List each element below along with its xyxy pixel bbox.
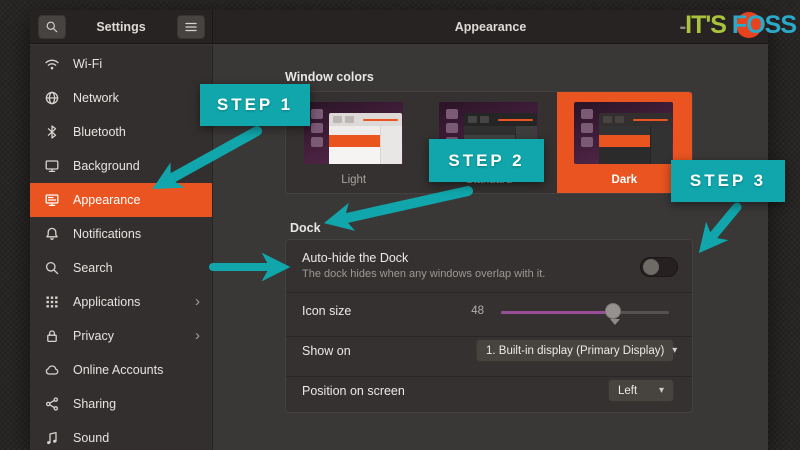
background-icon [44, 158, 60, 174]
step2-annotation: STEP 2 [429, 139, 544, 182]
sidebar-item-notifications[interactable]: Notifications [30, 217, 212, 251]
sidebar-item-online-accounts[interactable]: Online Accounts [30, 353, 212, 387]
sidebar-item-label: Sound [73, 431, 200, 445]
network-icon [44, 90, 60, 106]
show-on-label: Show on [302, 344, 351, 358]
sidebar-item-label: Applications [73, 295, 195, 309]
sound-note-icon [44, 430, 60, 446]
theme-preview-dark [574, 102, 673, 164]
sidebar-item-appearance[interactable]: Appearance [30, 183, 212, 217]
online-accounts-cloud-icon [44, 362, 60, 378]
icon-size-value: 48 [454, 305, 484, 317]
autohide-toggle[interactable] [640, 257, 678, 277]
sidebar-item-label: Bluetooth [73, 125, 200, 139]
privacy-lock-icon [44, 328, 60, 344]
sidebar: Wi-Fi Network Bluetooth Background Appea… [30, 45, 213, 450]
titlebar: Settings Appearance [30, 10, 768, 44]
sidebar-item-label: Sharing [73, 397, 200, 411]
dock-heading: Dock [290, 221, 321, 235]
sidebar-item-background[interactable]: Background [30, 149, 212, 183]
search-icon [44, 260, 60, 276]
window-colors-heading: Window colors [285, 70, 374, 84]
icon-size-slider[interactable] [501, 311, 669, 314]
slider-fill [501, 311, 609, 314]
chevron-right-icon: › [195, 295, 200, 309]
step1-annotation: STEP 1 [200, 84, 310, 126]
bluetooth-icon [44, 124, 60, 140]
chevron-right-icon: › [195, 329, 200, 343]
sidebar-item-applications[interactable]: Applications › [30, 285, 212, 319]
position-label: Position on screen [302, 384, 405, 398]
sidebar-item-network[interactable]: Network [30, 81, 212, 115]
show-on-value: 1. Built-in display (Primary Display) [486, 345, 664, 357]
sidebar-item-label: Background [73, 159, 200, 173]
screenshot-stage: -IT'S FOSS Settings Appearance Wi-Fi [0, 0, 800, 450]
logo-its-text: IT'S [685, 11, 726, 39]
sharing-icon [44, 396, 60, 412]
icon-size-label: Icon size [302, 304, 351, 318]
sidebar-item-search[interactable]: Search [30, 251, 212, 285]
sidebar-item-sharing[interactable]: Sharing [30, 387, 212, 421]
menu-button[interactable] [177, 15, 205, 39]
sidebar-item-privacy[interactable]: Privacy › [30, 319, 212, 353]
theme-label: Light [286, 174, 421, 186]
autohide-subtitle: The dock hides when any windows overlap … [302, 268, 545, 280]
autohide-title: Auto-hide the Dock [302, 251, 408, 265]
sidebar-item-label: Search [73, 261, 200, 275]
sidebar-item-sound[interactable]: Sound [30, 421, 212, 450]
sidebar-item-wifi[interactable]: Wi-Fi [30, 47, 212, 81]
applications-icon [44, 294, 60, 310]
sidebar-item-label: Wi-Fi [73, 57, 200, 71]
sidebar-item-label: Network [73, 91, 200, 105]
slider-handle-tip [610, 319, 620, 325]
theme-preview-light [304, 102, 403, 164]
sidebar-item-label: Appearance [73, 193, 200, 207]
sidebar-item-bluetooth[interactable]: Bluetooth [30, 115, 212, 149]
wifi-icon [44, 56, 60, 72]
slider-handle[interactable] [605, 303, 621, 319]
sidebar-item-label: Online Accounts [73, 363, 200, 377]
notifications-icon [44, 226, 60, 242]
appearance-icon [44, 192, 60, 208]
titlebar-sidebar-section: Settings [30, 10, 213, 43]
toggle-knob [643, 259, 659, 275]
position-dropdown[interactable]: Left ▾ [608, 379, 674, 402]
page-title: Appearance [455, 20, 527, 34]
sidebar-item-label: Notifications [73, 227, 200, 241]
itsfoss-logo: -IT'S FOSS [679, 11, 796, 41]
dock-settings-card: Auto-hide the Dock The dock hides when a… [285, 239, 693, 413]
step3-annotation: STEP 3 [671, 160, 785, 202]
settings-window: Settings Appearance Wi-Fi Network Blueto [30, 10, 768, 450]
sidebar-item-label: Privacy [73, 329, 195, 343]
caret-down-icon: ▾ [672, 345, 677, 356]
position-value: Left [618, 385, 637, 397]
show-on-dropdown[interactable]: 1. Built-in display (Primary Display) ▾ [476, 339, 674, 362]
caret-down-icon: ▾ [659, 385, 664, 396]
logo-foss-text: FOSS [732, 11, 796, 39]
hamburger-icon [184, 21, 198, 33]
